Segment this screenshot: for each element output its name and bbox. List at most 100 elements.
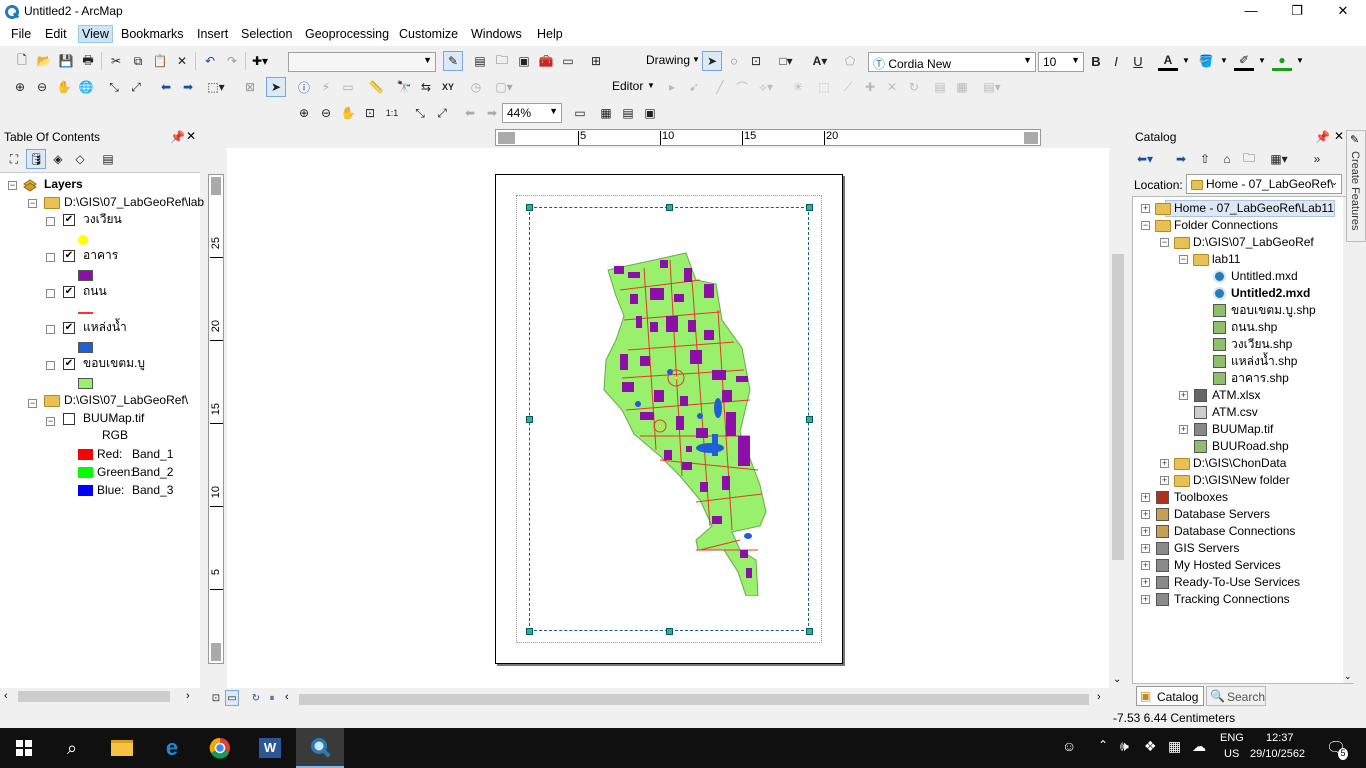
menu-insert[interactable]: Insert [194,27,231,41]
end-point-arc-icon[interactable]: ⌒ [732,77,752,97]
save-icon[interactable]: 💾 [56,51,76,71]
hyperlink-icon[interactable]: ⚡ [316,77,336,97]
menu-geoprocessing[interactable]: Geoprocessing [302,27,392,41]
scroll-thumb[interactable] [18,691,170,702]
toc-window-icon[interactable]: ▤ [470,51,490,71]
redo-icon[interactable]: ↷ [222,51,242,71]
catalog-connect-folder-icon[interactable]: 🗀 [1239,149,1259,169]
find-route-icon[interactable]: ⇆ [416,77,436,97]
layout-forward-icon[interactable]: ➡ [482,103,502,123]
collapse-icon[interactable] [46,217,55,226]
new-text-icon[interactable]: A▾ [810,51,830,71]
expand-icon[interactable]: + [1179,425,1188,434]
font-size-combo[interactable]: 10 ▼ [1038,52,1084,72]
search-icon[interactable]: ⌕ [48,728,96,768]
scroll-down-icon[interactable]: ⌄ [1113,674,1121,685]
fixed-zoom-out-icon[interactable]: ⤢ [126,77,146,97]
time-slider-icon[interactable]: ◷ [466,77,486,97]
menu-view[interactable]: View [78,25,113,43]
catalog-item[interactable]: Database Servers [1174,506,1270,523]
selection-handle[interactable] [526,416,533,423]
selection-handle[interactable] [806,628,813,635]
catalog-item[interactable]: My Hosted Services [1174,557,1281,574]
underline-button[interactable]: U [1128,51,1148,71]
collapse-icon[interactable]: − [28,199,37,208]
html-popup-icon[interactable]: ▭ [338,77,358,97]
catalog-view-icon[interactable]: ▦▾ [1269,149,1289,169]
drawing-dropdown-icon[interactable]: ▼ [692,55,700,64]
catalog-item[interactable]: Untitled2.mxd [1231,285,1310,302]
open-icon[interactable]: 📂 [34,51,54,71]
catalog-forward-icon[interactable]: ➡ [1171,149,1191,169]
selection-handle[interactable] [526,204,533,211]
layout-view-icon[interactable]: ▭ [225,690,239,706]
toggle-draft-icon[interactable]: ▭ [570,103,590,123]
print-icon[interactable]: 🖶 [78,51,98,71]
copy-icon[interactable]: ⧉ [128,51,148,71]
rectangle-icon[interactable]: □▾ [776,51,796,71]
cut-icon[interactable]: ✂ [106,51,126,71]
expand-icon[interactable]: + [1141,561,1150,570]
create-features-icon[interactable]: ▤▾ [982,77,1002,97]
menu-customize[interactable]: Customize [396,27,461,41]
fixed-zoom-out-layout-icon[interactable]: ⤢ [432,103,452,123]
point-icon[interactable]: ✳ [788,77,808,97]
catalog-item[interactable]: lab11 [1212,251,1240,268]
catalog-item[interactable]: Database Connections [1174,523,1295,540]
catalog-item[interactable]: BUUMap.tif [1212,421,1273,438]
drawing-menu[interactable]: Drawing [646,53,690,67]
new-document-icon[interactable]: 🗋 [12,51,32,71]
expand-icon[interactable]: + [1141,578,1150,587]
collapse-icon[interactable]: − [1141,221,1150,230]
people-icon[interactable]: ☺ [1062,738,1076,754]
refresh-icon[interactable]: ↻ [249,690,263,706]
line-color-dropdown-icon[interactable]: ▼ [1258,56,1266,65]
layout-zoom-combo[interactable]: 44% ▼ [502,103,562,123]
catalog-up-icon[interactable]: ⇧ [1195,149,1215,169]
scroll-right-icon[interactable]: › [186,690,190,702]
polygon-symbol[interactable] [78,270,93,281]
expand-icon[interactable]: + [1141,493,1150,502]
catalog-options-icon[interactable]: » [1307,149,1327,169]
catalog-item[interactable]: Home - 07_LabGeoRef\Lab11 [1174,200,1334,217]
python-window-icon[interactable]: ▭ [558,51,578,71]
font-combo[interactable]: Ⓣ Cordia New ▼ [868,52,1036,72]
catalog-item[interactable]: Ready-To-Use Services [1174,574,1300,591]
word-icon[interactable]: W [246,728,294,768]
layout-vscrollbar[interactable]: ⌄ [1110,174,1126,685]
search-tab[interactable]: 🔍 Search [1206,686,1266,706]
selection-handle[interactable] [526,628,533,635]
fill-color-icon[interactable]: 🪣 [1196,51,1216,71]
menu-windows[interactable]: Windows [468,27,525,41]
layer-visibility-checkbox[interactable]: ✔ [63,358,75,370]
list-by-visibility-icon[interactable]: ◈ [48,149,68,169]
catalog-item[interactable]: Folder Connections [1174,217,1278,234]
edit-vertices-icon[interactable]: ⬠ [840,51,860,71]
line-color-icon[interactable]: ✐ [1234,51,1254,71]
close-button[interactable]: ✕ [1320,0,1366,24]
split-icon[interactable]: ✕ [882,77,902,97]
clear-selection-icon[interactable]: ⊠ [240,77,260,97]
arctoolbox-icon[interactable]: 🧰 [536,51,556,71]
toc-hscrollbar[interactable]: ‹ › [0,688,200,706]
model-builder-icon[interactable]: ⊞ [586,51,606,71]
collapse-icon[interactable] [46,289,55,298]
minimize-button[interactable]: — [1228,0,1274,24]
zoom-out-icon[interactable]: ⊖ [32,77,52,97]
layer-visibility-checkbox[interactable]: ✔ [63,214,75,226]
zoom-whole-page-icon[interactable]: ⊡ [746,51,766,71]
reshape-icon[interactable]: ⟋ [838,77,858,97]
arcmap-taskbar-icon[interactable] [296,728,344,768]
catalog-back-icon[interactable]: ⬅▾ [1135,149,1155,169]
find-icon[interactable]: 🔭 [394,77,414,97]
scroll-left-icon[interactable]: ‹ [285,691,289,703]
attributes-icon[interactable]: ▤ [930,77,950,97]
font-color-dropdown-icon[interactable]: ▼ [1182,56,1190,65]
straight-segment-icon[interactable]: ╱ [710,77,730,97]
layout-zoom-out-icon[interactable]: ⊖ [316,103,336,123]
layout-pan-icon[interactable]: ✋ [338,103,358,123]
add-data-icon[interactable]: ✚▾ [250,51,270,71]
expand-icon[interactable]: + [1141,204,1150,213]
scroll-left-icon[interactable]: ‹ [4,690,8,702]
clock-time[interactable]: 12:37 [1266,732,1294,744]
